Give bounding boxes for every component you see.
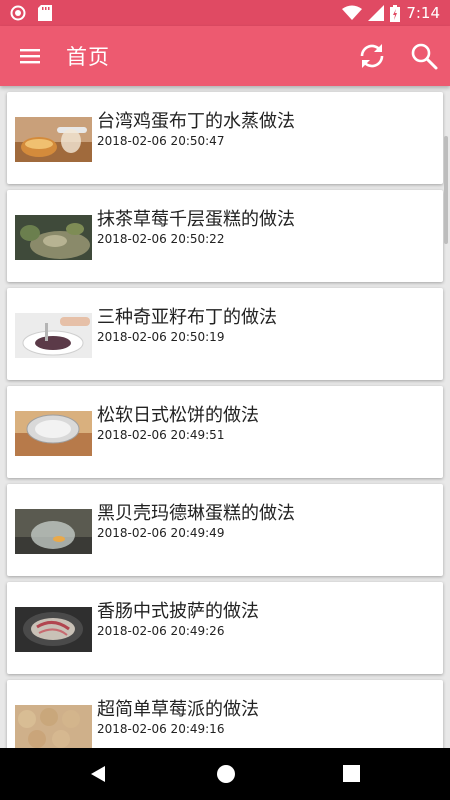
page-title: 首页 — [66, 45, 110, 69]
search-button[interactable] — [408, 40, 440, 72]
status-bar: 7:14 — [0, 0, 450, 26]
sd-card-icon — [38, 5, 52, 21]
menu-button[interactable] — [18, 44, 42, 68]
search-icon — [411, 43, 438, 70]
item-time: 2018-02-06 20:50:22 — [97, 232, 225, 246]
item-title: 抹茶草莓千层蛋糕的做法 — [97, 209, 295, 230]
refresh-button[interactable] — [356, 40, 388, 72]
item-title: 超简单草莓派的做法 — [97, 699, 259, 720]
status-time: 7:14 — [406, 4, 440, 22]
list-item[interactable]: 黑贝壳玛德琳蛋糕的做法 2018-02-06 20:49:49 — [7, 484, 443, 576]
item-title: 香肠中式披萨的做法 — [97, 601, 259, 622]
item-time: 2018-02-06 20:50:19 — [97, 330, 225, 344]
list-item[interactable]: 三种奇亚籽布丁的做法 2018-02-06 20:50:19 — [7, 288, 443, 380]
list-item[interactable]: 超简单草莓派的做法 2018-02-06 20:49:16 — [7, 680, 443, 748]
list-item[interactable]: 松软日式松饼的做法 2018-02-06 20:49:51 — [7, 386, 443, 478]
navigation-bar — [0, 748, 450, 800]
item-time: 2018-02-06 20:50:47 — [97, 134, 225, 148]
refresh-icon — [360, 44, 384, 68]
battery-icon — [390, 4, 401, 22]
home-icon[interactable] — [216, 764, 236, 784]
item-time: 2018-02-06 20:49:16 — [97, 722, 225, 736]
recents-icon[interactable] — [343, 765, 360, 782]
item-title: 黑贝壳玛德琳蛋糕的做法 — [97, 503, 295, 524]
signal-icon — [368, 5, 385, 21]
item-title: 松软日式松饼的做法 — [97, 405, 259, 426]
scrollbar[interactable] — [444, 136, 448, 244]
item-time: 2018-02-06 20:49:26 — [97, 624, 225, 638]
recipe-thumbnail — [15, 117, 92, 162]
wifi-icon — [342, 5, 363, 20]
back-icon[interactable] — [89, 765, 107, 783]
recipe-list[interactable]: 台湾鸡蛋布丁的水蒸做法 2018-02-06 20:50:47 抹茶草莓千层蛋糕… — [0, 86, 450, 748]
app-bar: 首页 — [0, 26, 450, 86]
recipe-thumbnail — [15, 705, 92, 748]
list-item[interactable]: 台湾鸡蛋布丁的水蒸做法 2018-02-06 20:50:47 — [7, 92, 443, 184]
list-item[interactable]: 抹茶草莓千层蛋糕的做法 2018-02-06 20:50:22 — [7, 190, 443, 282]
item-title: 台湾鸡蛋布丁的水蒸做法 — [97, 111, 295, 132]
recipe-thumbnail — [15, 509, 92, 554]
recipe-thumbnail — [15, 215, 92, 260]
list-item[interactable]: 香肠中式披萨的做法 2018-02-06 20:49:26 — [7, 582, 443, 674]
notification-icon — [10, 5, 26, 21]
recipe-thumbnail — [15, 411, 92, 456]
item-title: 三种奇亚籽布丁的做法 — [97, 307, 277, 328]
item-time: 2018-02-06 20:49:51 — [97, 428, 225, 442]
recipe-thumbnail — [15, 607, 92, 652]
menu-icon — [20, 49, 40, 64]
recipe-thumbnail — [15, 313, 92, 358]
item-time: 2018-02-06 20:49:49 — [97, 526, 225, 540]
